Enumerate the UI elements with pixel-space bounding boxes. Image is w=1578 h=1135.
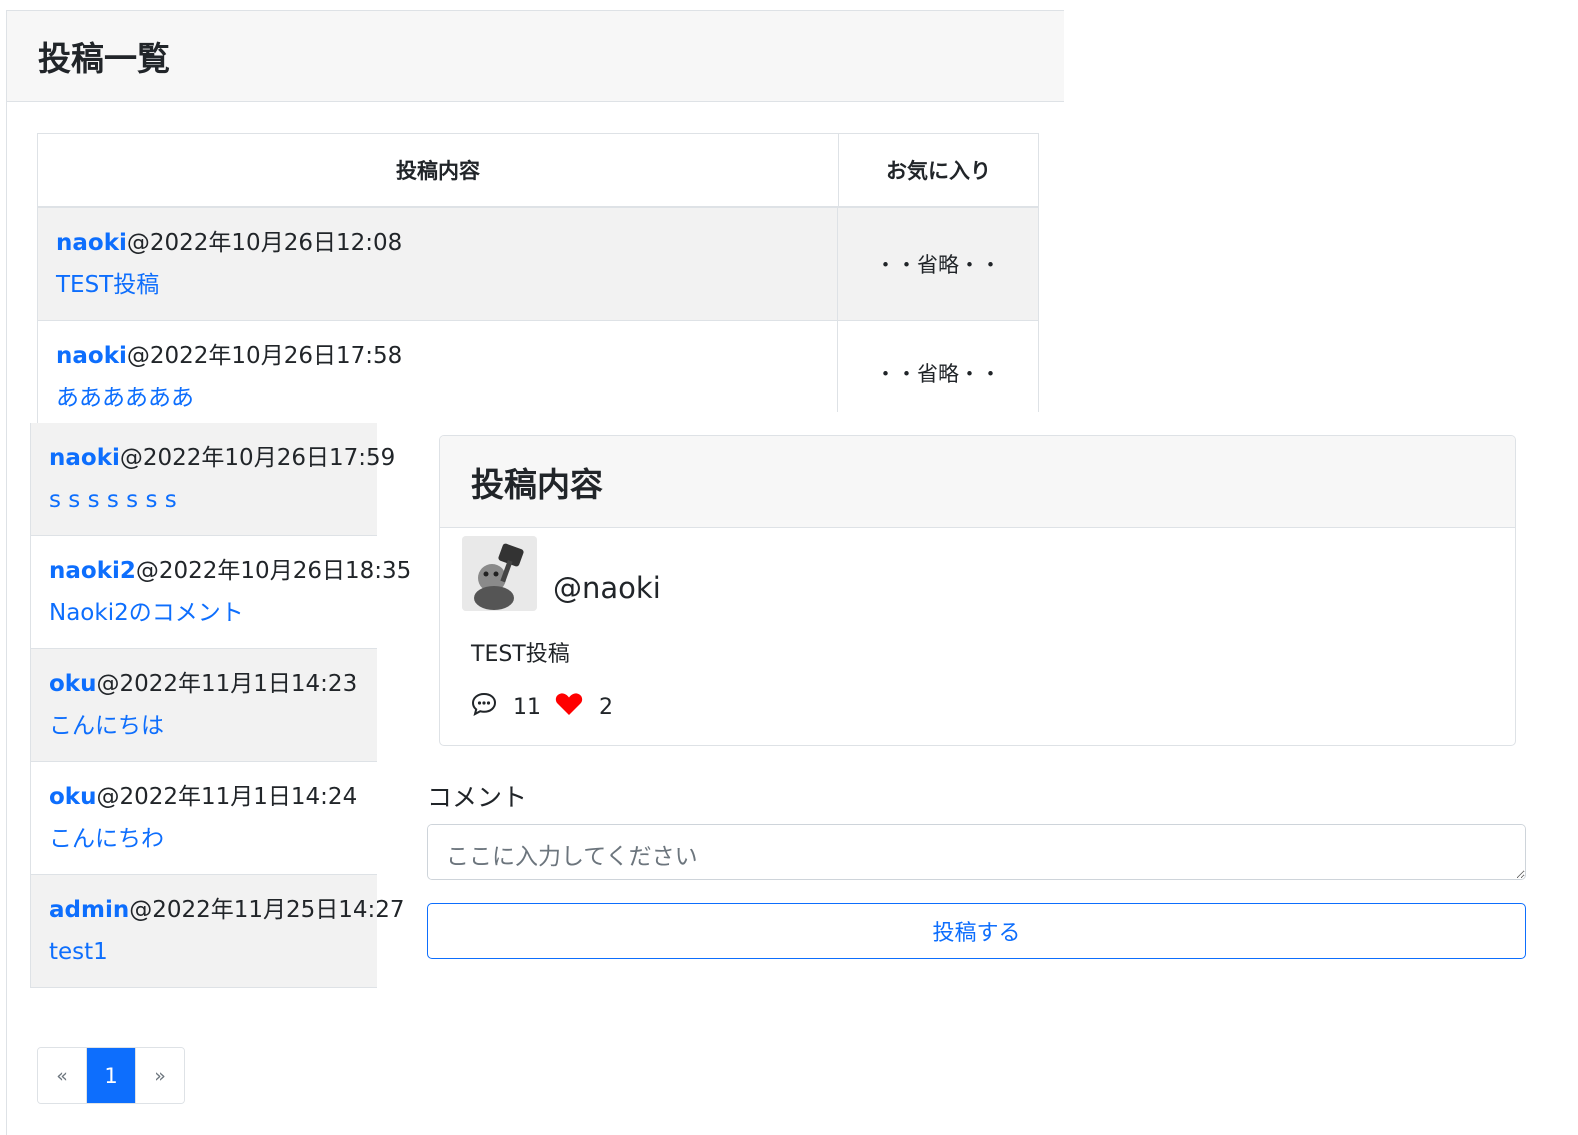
post-datetime: @2022年11月25日14:27 [129, 897, 405, 923]
post-table-rows-continued: naoki@2022年10月26日17:59 s s s s s s s nao… [30, 423, 411, 988]
avatar-image-icon [462, 536, 537, 611]
user-link[interactable]: naoki [49, 445, 120, 471]
avatar [462, 536, 537, 611]
table-header: 投稿内容 お気に入り [38, 134, 1038, 208]
author-handle: @naoki [553, 570, 661, 605]
post-cell: naoki2@2022年10月26日18:35 Naoki2のコメント [31, 536, 411, 648]
post-body-link[interactable]: こんにちは [49, 711, 359, 741]
user-link[interactable]: naoki2 [49, 558, 136, 584]
heart-icon[interactable] [555, 692, 583, 722]
column-header-content: 投稿内容 [38, 134, 839, 206]
table-row: naoki@2022年10月26日17:58 ああああああ ・・省略・・ [38, 321, 1038, 425]
table-row: naoki2@2022年10月26日18:35 Naoki2のコメント [30, 536, 411, 649]
post-table: 投稿内容 お気に入り naoki@2022年10月26日12:08 TEST投稿… [37, 133, 1039, 425]
table-row: naoki@2022年10月26日12:08 TEST投稿 ・・省略・・ [38, 208, 1038, 321]
comment-count: 11 [513, 694, 541, 720]
table-row: oku@2022年11月1日14:23 こんにちは [30, 649, 377, 762]
column-header-favorite: お気に入り [886, 159, 991, 183]
post-datetime: @2022年10月26日17:58 [126, 343, 403, 369]
post-cell: oku@2022年11月1日14:23 こんにちは [31, 649, 377, 761]
post-detail-title: 投稿内容 [471, 464, 603, 504]
post-datetime: @2022年10月26日12:08 [126, 230, 403, 256]
submit-comment-button[interactable]: 投稿する [427, 903, 1526, 959]
author-row: @naoki [462, 536, 661, 611]
favorite-cell: ・・省略・・ [875, 362, 1001, 386]
post-datetime: @2022年11月1日14:23 [96, 671, 358, 697]
table-row: oku@2022年11月1日14:24 こんにちわ [30, 762, 377, 875]
post-stats: 11 2 [471, 692, 627, 722]
table-row: admin@2022年11月25日14:27 test1 [30, 875, 405, 988]
post-cell: naoki@2022年10月26日17:58 ああああああ [38, 321, 838, 425]
page-title: 投稿一覧 [38, 39, 170, 78]
pagination-prev[interactable]: « [38, 1048, 86, 1103]
user-link[interactable]: admin [49, 897, 129, 923]
post-list-header: 投稿一覧 [7, 11, 1064, 102]
post-datetime: @2022年11月1日14:24 [96, 784, 358, 810]
pagination-page-current[interactable]: 1 [86, 1048, 135, 1103]
post-cell: admin@2022年11月25日14:27 test1 [31, 875, 405, 987]
post-datetime: @2022年10月26日17:59 [119, 445, 396, 471]
pagination-next[interactable]: » [135, 1048, 184, 1103]
comment-icon [471, 692, 497, 722]
user-link[interactable]: naoki [56, 230, 127, 256]
post-detail-header: 投稿内容 [440, 436, 1515, 528]
comment-label: コメント [427, 783, 528, 812]
post-cell: naoki@2022年10月26日12:08 TEST投稿 [38, 208, 838, 320]
user-link[interactable]: oku [49, 671, 96, 697]
post-body-link[interactable]: TEST投稿 [56, 270, 819, 300]
post-body-link[interactable]: こんにちわ [49, 824, 359, 854]
table-row: naoki@2022年10月26日17:59 s s s s s s s [30, 423, 395, 536]
post-cell: naoki@2022年10月26日17:59 s s s s s s s [31, 423, 395, 535]
post-detail-card: 投稿内容 @naoki TEST投稿 11 2 [439, 435, 1516, 746]
like-count: 2 [599, 694, 613, 720]
post-detail-body: TEST投稿 [471, 642, 570, 667]
post-cell: oku@2022年11月1日14:24 こんにちわ [31, 762, 377, 874]
post-body-link[interactable]: s s s s s s s [49, 485, 360, 515]
pagination: « 1 » [37, 1047, 185, 1104]
user-link[interactable]: naoki [56, 343, 127, 369]
post-body-link[interactable]: Naoki2のコメント [49, 598, 360, 628]
favorite-cell: ・・省略・・ [875, 253, 1001, 277]
comment-input[interactable] [427, 824, 1526, 880]
post-body-link[interactable]: test1 [49, 937, 360, 967]
post-body-link[interactable]: ああああああ [56, 383, 819, 413]
post-datetime: @2022年10月26日18:35 [135, 558, 412, 584]
user-link[interactable]: oku [49, 784, 96, 810]
